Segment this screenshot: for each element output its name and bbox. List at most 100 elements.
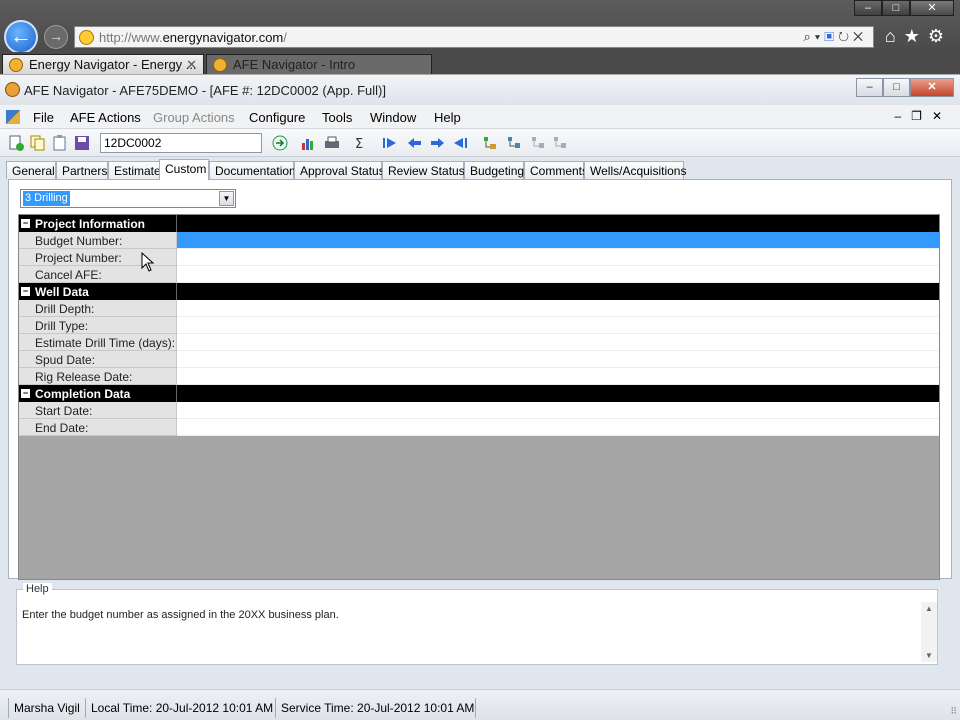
minimize-icon[interactable]: – [894,109,911,123]
home-icon[interactable]: ⌂ [885,26,904,46]
cancel-afe-value[interactable] [177,266,939,283]
first-record-icon[interactable] [382,135,398,151]
tab-custom[interactable]: Custom [159,159,209,180]
property-label: Start Date: [19,402,177,419]
menu-tools[interactable]: Tools [322,110,352,125]
tab-budgeting[interactable]: Budgeting [464,161,524,179]
property-row-rig-release-date[interactable]: Rig Release Date: [19,368,939,385]
category-dropdown[interactable]: 3 Drilling ▼ [20,189,236,208]
scroll-down-icon[interactable]: ▼ [925,651,933,660]
tree-filter-icon[interactable] [482,135,498,151]
tree-collapse-icon[interactable] [530,135,546,151]
resize-grip-icon[interactable]: ⠿ [950,706,957,717]
tab-partners[interactable]: Partners [56,161,108,179]
back-button[interactable]: ← [4,20,38,54]
compat-icon[interactable]: ▣ [824,29,838,44]
restore-icon[interactable]: ❐ [911,109,932,123]
menu-help[interactable]: Help [434,110,461,125]
spud-date-value[interactable] [177,351,939,368]
search-icon[interactable]: ⌕▾ [803,29,824,44]
chevron-down-icon[interactable]: ▼ [219,191,234,206]
stop-icon[interactable]: ✕ [853,29,867,44]
tab-estimate[interactable]: Estimate [108,161,161,179]
refresh-icon[interactable]: ↻ [838,29,853,44]
budget-number-value[interactable] [177,232,939,249]
browser-tab-afe-navigator[interactable]: AFE Navigator - Intro [206,54,432,74]
menu-group-actions[interactable]: Group Actions [153,110,235,125]
address-bar[interactable]: http://www.energynavigator.com/ ⌕▾▣↻✕ [74,26,874,48]
property-label-text: Project Number: [35,251,122,265]
property-label-text: End Date: [35,421,89,435]
print-icon[interactable] [324,135,340,151]
property-row-project-number[interactable]: Project Number: [19,249,939,266]
collapse-icon[interactable]: − [21,219,30,228]
menu-window[interactable]: Window [370,110,416,125]
property-row-drill-type[interactable]: Drill Type: [19,317,939,334]
project-number-value[interactable] [177,249,939,266]
status-service-time: Service Time: 20-Jul-2012 10:01 AM [276,698,476,718]
collapse-icon[interactable]: − [21,287,30,296]
chart-icon[interactable] [300,135,316,151]
mdi-controls: –❐✕ [894,109,952,123]
property-row-budget-number[interactable]: Budget Number: [19,232,939,249]
property-row-estimate-drill-time[interactable]: Estimate Drill Time (days): [19,334,939,351]
status-local-time: Local Time: 20-Jul-2012 10:01 AM [86,698,276,718]
last-record-icon[interactable] [452,135,468,151]
section-well-data[interactable]: − Well Data [19,283,939,300]
tab-approval-status[interactable]: Approval Status [294,161,385,179]
scroll-up-icon[interactable]: ▲ [925,604,933,613]
tab-review-status[interactable]: Review Status [382,161,465,179]
estimate-drill-time-value[interactable] [177,334,939,351]
new-afe-icon[interactable] [8,135,24,151]
browser-tab-energy-navigator[interactable]: Energy Navigator - Energy ... ✕ [2,54,204,74]
drill-type-value[interactable] [177,317,939,334]
property-row-cancel-afe[interactable]: Cancel AFE: [19,266,939,283]
property-label-text: Spud Date: [35,353,96,367]
status-bar: Marsha Vigil Local Time: 20-Jul-2012 10:… [0,689,960,720]
favorites-icon[interactable]: ★ [904,26,928,46]
browser-tab-label: AFE Navigator - Intro [233,57,356,72]
browser-maximize-button[interactable]: □ [882,0,910,16]
sum-icon[interactable]: Σ [354,135,370,151]
browser-close-button[interactable]: ✕ [910,0,954,16]
section-completion-data[interactable]: − Completion Data [19,385,939,402]
forward-button[interactable]: → [44,25,68,49]
app-close-button[interactable]: ✕ [910,78,954,97]
next-record-icon[interactable] [430,135,446,151]
property-row-drill-depth[interactable]: Drill Depth: [19,300,939,317]
document-icon[interactable] [6,110,20,124]
menu-afe-actions[interactable]: AFE Actions [70,110,141,125]
rig-release-date-value[interactable] [177,368,939,385]
app-maximize-button[interactable]: □ [883,78,910,97]
save-icon[interactable] [74,135,90,151]
end-date-value[interactable] [177,419,939,436]
menu-file[interactable]: File [33,110,54,125]
gear-icon[interactable]: ⚙ [928,26,952,46]
property-row-start-date[interactable]: Start Date: [19,402,939,419]
help-scrollbar[interactable]: ▲ ▼ [921,602,937,662]
start-date-value[interactable] [177,402,939,419]
collapse-icon[interactable]: − [21,389,30,398]
close-icon[interactable]: ✕ [932,109,952,123]
previous-record-icon[interactable] [406,135,422,151]
property-row-end-date[interactable]: End Date: [19,419,939,436]
go-icon[interactable] [272,135,288,151]
paste-icon[interactable] [52,135,68,151]
app-minimize-button[interactable]: – [856,78,883,97]
tree-expand-icon[interactable] [506,135,522,151]
tab-documentation[interactable]: Documentation [209,161,296,179]
drill-depth-value[interactable] [177,300,939,317]
close-icon[interactable]: ✕ [186,57,197,73]
property-row-spud-date[interactable]: Spud Date: [19,351,939,368]
menu-configure[interactable]: Configure [249,110,305,125]
tab-wells-acquisitions[interactable]: Wells/Acquisitions [584,161,686,179]
tree-move-icon[interactable] [552,135,568,151]
mouse-cursor-icon [141,252,155,272]
copy-icon[interactable] [30,135,46,151]
address-tools[interactable]: ⌕▾▣↻✕ [803,29,867,45]
section-project-information[interactable]: − Project Information [19,215,939,232]
afe-number-field[interactable] [100,133,262,153]
tab-comments[interactable]: Comments [524,161,588,179]
browser-minimize-button[interactable]: – [854,0,882,16]
tab-general[interactable]: General [6,161,56,179]
